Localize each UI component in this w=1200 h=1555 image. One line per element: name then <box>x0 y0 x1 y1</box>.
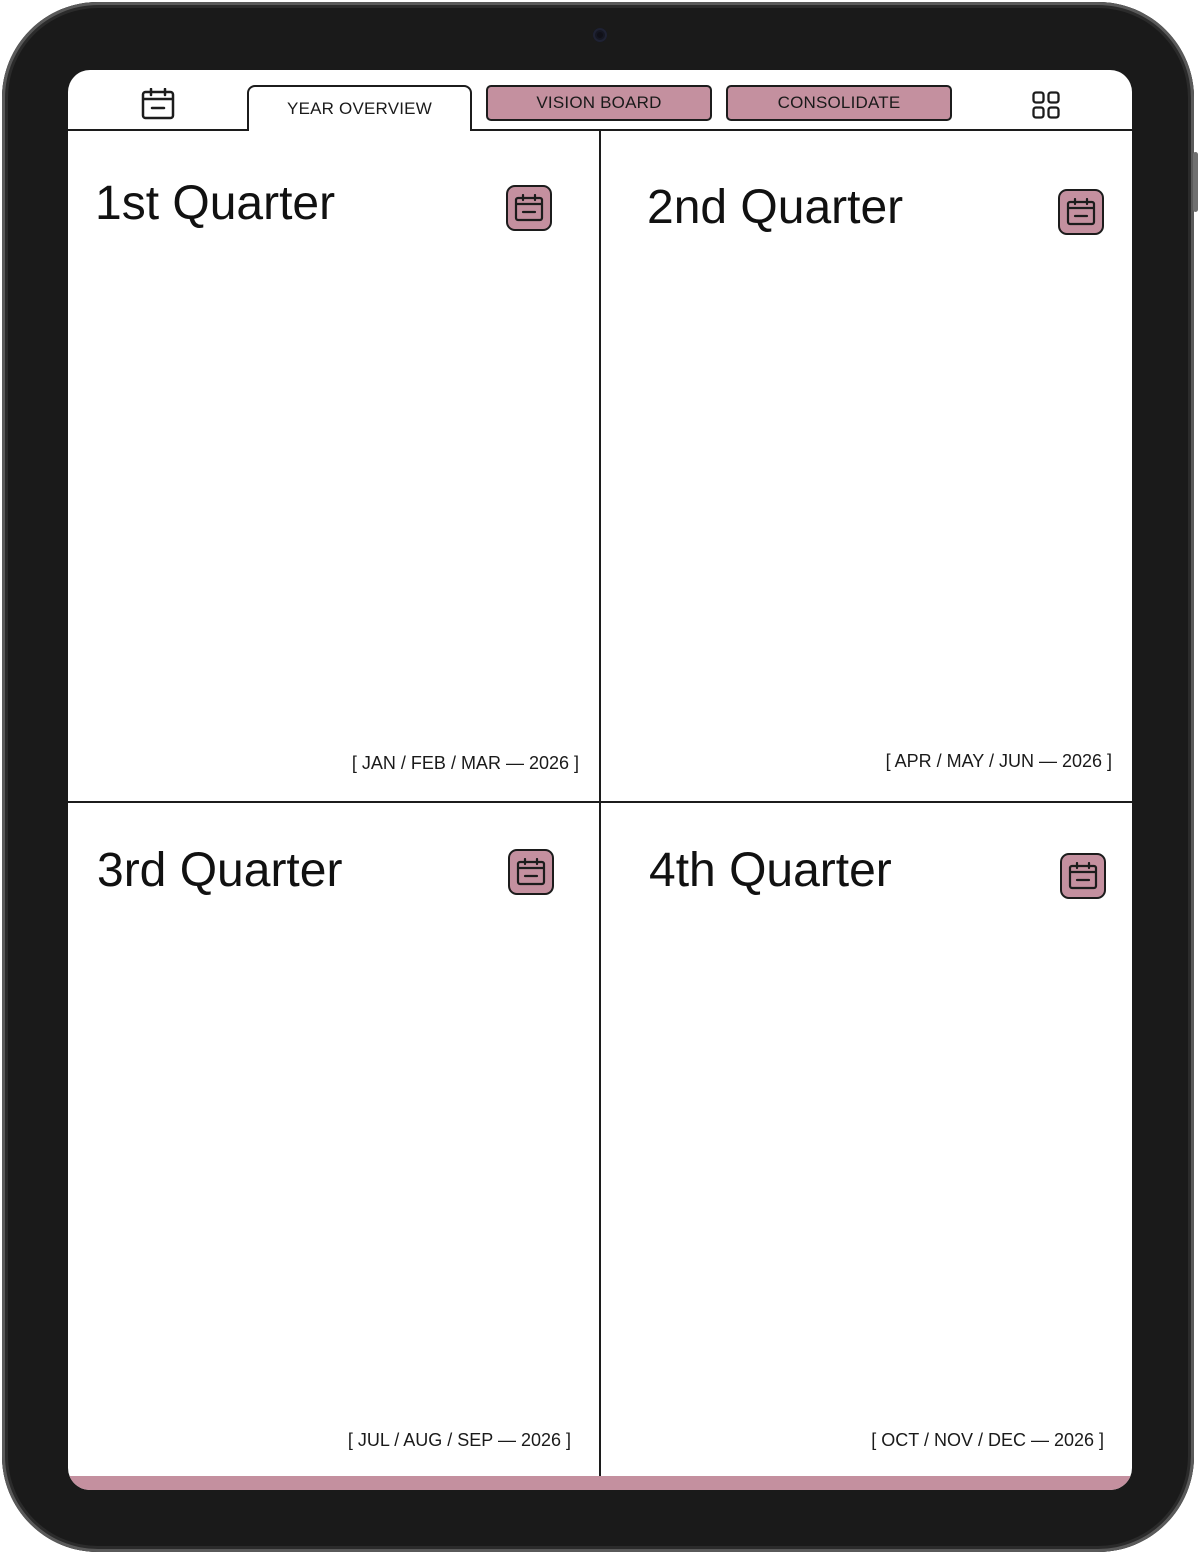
grid-icon[interactable] <box>1028 87 1064 123</box>
quarter-calendar-button[interactable] <box>1060 853 1106 899</box>
tab-consolidate[interactable]: CONSOLIDATE <box>726 85 952 121</box>
tablet-frame: YEAR OVERVIEW VISION BOARD CONSOLIDATE 1… <box>2 2 1198 1552</box>
quarter-date-range: [ OCT / NOV / DEC — 2026 ] <box>871 1430 1104 1450</box>
quarter-title: 4th Quarter <box>649 844 892 897</box>
quarter-title: 2nd Quarter <box>647 181 904 234</box>
quarter-date-range: [ JAN / FEB / MAR — 2026 ] <box>351 753 579 773</box>
quarter-calendar-button[interactable] <box>1058 189 1104 235</box>
quarter-panel-2[interactable]: 2nd Quarter [ APR / MAY / JUN — 2026 ] <box>601 130 1132 801</box>
planner-screen: YEAR OVERVIEW VISION BOARD CONSOLIDATE 1… <box>68 70 1132 1490</box>
calendar-icon[interactable] <box>138 86 178 122</box>
quarter-panel-1[interactable]: 1st Quarter [ JAN / FEB / MAR — 2026 ] <box>68 130 599 801</box>
quarter-date-range: [ JUL / AUG / SEP — 2026 ] <box>347 1430 571 1450</box>
top-navigation-bar: YEAR OVERVIEW VISION BOARD CONSOLIDATE <box>68 70 1132 131</box>
tab-year-overview[interactable]: YEAR OVERVIEW <box>247 85 472 131</box>
quarter-title: 1st Quarter <box>95 177 336 230</box>
quarter-panel-4[interactable]: 4th Quarter [ OCT / NOV / DEC — 2026 ] <box>601 803 1132 1476</box>
quarter-calendar-button[interactable] <box>508 849 554 895</box>
quarter-panel-3[interactable]: 3rd Quarter [ JUL / AUG / SEP — 2026 ] <box>68 803 599 1476</box>
bottom-accent-strip <box>68 1476 1132 1490</box>
quarter-title: 3rd Quarter <box>97 844 343 897</box>
quarter-date-range: [ APR / MAY / JUN — 2026 ] <box>885 751 1112 771</box>
tab-vision-board[interactable]: VISION BOARD <box>486 85 712 121</box>
quarter-calendar-button[interactable] <box>506 185 552 231</box>
front-camera <box>593 28 607 42</box>
